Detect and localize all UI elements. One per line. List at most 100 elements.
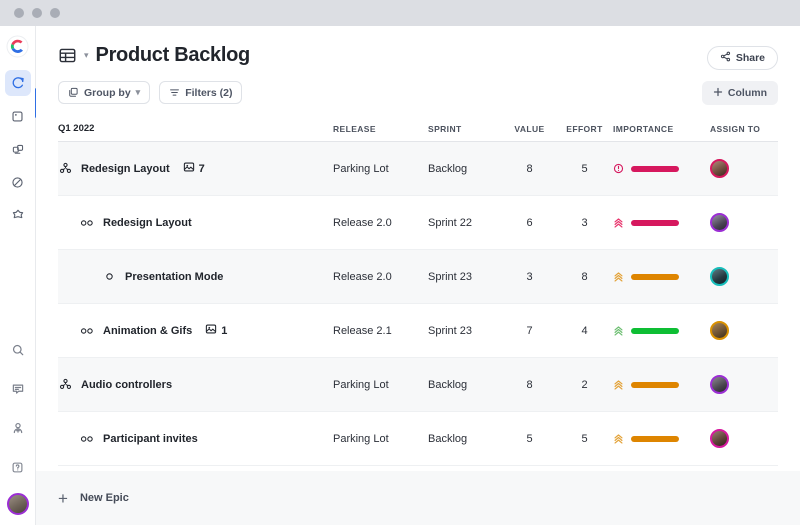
table-row[interactable]: Participant invitesParking LotBacklog55 [58,412,778,466]
clickup-logo-icon[interactable] [6,35,29,58]
value-cell[interactable]: 5 [503,433,556,445]
table-row[interactable]: Audio controllersParking LotBacklog82 [58,358,778,412]
subtask-circle-icon [102,272,116,281]
sprint-cell[interactable]: Backlog [428,433,503,445]
release-cell[interactable]: Parking Lot [333,163,428,175]
filter-icon [169,87,180,98]
value-cell[interactable]: 8 [503,163,556,175]
column-header-assign-to[interactable]: ASSIGN TO [710,124,778,134]
table-header-row: Q1 2022 RELEASE SPRINT VALUE EFFORT IMPO… [58,116,778,142]
value-cell[interactable]: 3 [503,271,556,283]
release-cell[interactable]: Release 2.0 [333,271,428,283]
importance-cell[interactable] [613,379,710,391]
column-header-sprint[interactable]: SPRINT [428,124,503,134]
window-minimize-button[interactable] [32,8,42,18]
assignee-cell[interactable] [710,429,778,448]
left-sidebar [0,26,36,525]
add-person-icon[interactable] [5,415,31,441]
chevron-down-icon[interactable]: ▾ [84,51,89,60]
effort-cell[interactable]: 4 [556,325,613,337]
release-cell[interactable]: Parking Lot [333,433,428,445]
image-icon [205,323,217,338]
filters-button[interactable]: Filters (2) [159,81,242,104]
sidebar-item-docs[interactable] [5,103,31,129]
task-title: Presentation Mode [125,271,223,283]
sprint-cell[interactable]: Sprint 23 [428,325,503,337]
share-button[interactable]: Share [707,46,778,70]
sidebar-item-dashboard[interactable] [5,70,31,96]
release-cell[interactable]: Release 2.1 [333,325,428,337]
assignee-cell[interactable] [710,375,778,394]
sprint-cell[interactable]: Backlog [428,379,503,391]
share-icon [720,51,731,65]
importance-cell[interactable] [613,217,710,229]
main-content: ▾ Product Backlog Group by ▾ [36,26,800,525]
table-row[interactable]: Presentation Mode Release 2.0Sprint 2338 [58,250,778,304]
column-header-importance[interactable]: IMPORTANCE [613,124,710,134]
story-double-circle-icon [80,435,94,443]
sprint-cell[interactable]: Sprint 22 [428,217,503,229]
assignee-cell[interactable] [710,267,778,286]
header-actions: Share Column [702,46,778,105]
importance-cell[interactable] [613,271,710,283]
avatar[interactable] [710,375,729,394]
effort-cell[interactable]: 5 [556,163,613,175]
task-name-cell[interactable]: Redesign Layout7 [58,161,333,176]
release-cell[interactable]: Parking Lot [333,379,428,391]
avatar[interactable] [710,429,729,448]
importance-cell[interactable] [613,325,710,337]
group-by-button[interactable]: Group by ▾ [58,81,150,104]
plus-icon: + [58,490,68,507]
value-cell[interactable]: 7 [503,325,556,337]
sidebar-item-goals[interactable] [5,202,31,228]
sidebar-item-layers[interactable] [5,136,31,162]
release-cell[interactable]: Release 2.0 [333,217,428,229]
urgent-circle-icon [613,163,624,174]
assignee-cell[interactable] [710,321,778,340]
plus-icon [713,87,723,100]
new-epic-row[interactable]: + New Epic [36,471,800,525]
image-count: 7 [199,163,205,175]
sidebar-item-blocked[interactable] [5,169,31,195]
sprint-cell[interactable]: Backlog [428,163,503,175]
chevron-down-icon: ▾ [136,88,141,97]
avatar[interactable] [710,267,729,286]
table-row[interactable]: Redesign Layout Release 2.0Sprint 2263 [58,196,778,250]
add-column-button[interactable]: Column [702,81,778,105]
window-close-button[interactable] [14,8,24,18]
add-column-label: Column [728,87,767,99]
effort-cell[interactable]: 8 [556,271,613,283]
table-view-icon[interactable] [58,46,77,65]
importance-cell[interactable] [613,163,710,174]
avatar[interactable] [710,213,729,232]
help-question-icon[interactable] [5,454,31,480]
sidebar-bottom-group [5,337,31,525]
column-header-release[interactable]: RELEASE [333,124,428,134]
column-header-effort[interactable]: EFFORT [556,124,613,134]
importance-bar [631,382,679,388]
value-cell[interactable]: 8 [503,379,556,391]
table-row[interactable]: Animation & Gifs1Release 2.1Sprint 2374 [58,304,778,358]
effort-cell[interactable]: 3 [556,217,613,229]
task-title: Redesign Layout [103,217,192,229]
task-name-cell[interactable]: Presentation Mode [58,271,333,283]
value-cell[interactable]: 6 [503,217,556,229]
avatar[interactable] [710,321,729,340]
task-name-cell[interactable]: Redesign Layout [58,217,333,229]
task-name-cell[interactable]: Audio controllers [58,378,333,391]
assignee-cell[interactable] [710,159,778,178]
column-header-value[interactable]: VALUE [503,124,556,134]
table-row[interactable]: Redesign Layout7Parking LotBacklog85 [58,142,778,196]
window-maximize-button[interactable] [50,8,60,18]
sprint-cell[interactable]: Sprint 23 [428,271,503,283]
avatar[interactable] [7,493,29,515]
search-icon[interactable] [5,337,31,363]
effort-cell[interactable]: 5 [556,433,613,445]
effort-cell[interactable]: 2 [556,379,613,391]
assignee-cell[interactable] [710,213,778,232]
task-name-cell[interactable]: Participant invites [58,433,333,445]
avatar[interactable] [710,159,729,178]
importance-cell[interactable] [613,433,710,445]
comment-icon[interactable] [5,376,31,402]
task-name-cell[interactable]: Animation & Gifs1 [58,323,333,338]
